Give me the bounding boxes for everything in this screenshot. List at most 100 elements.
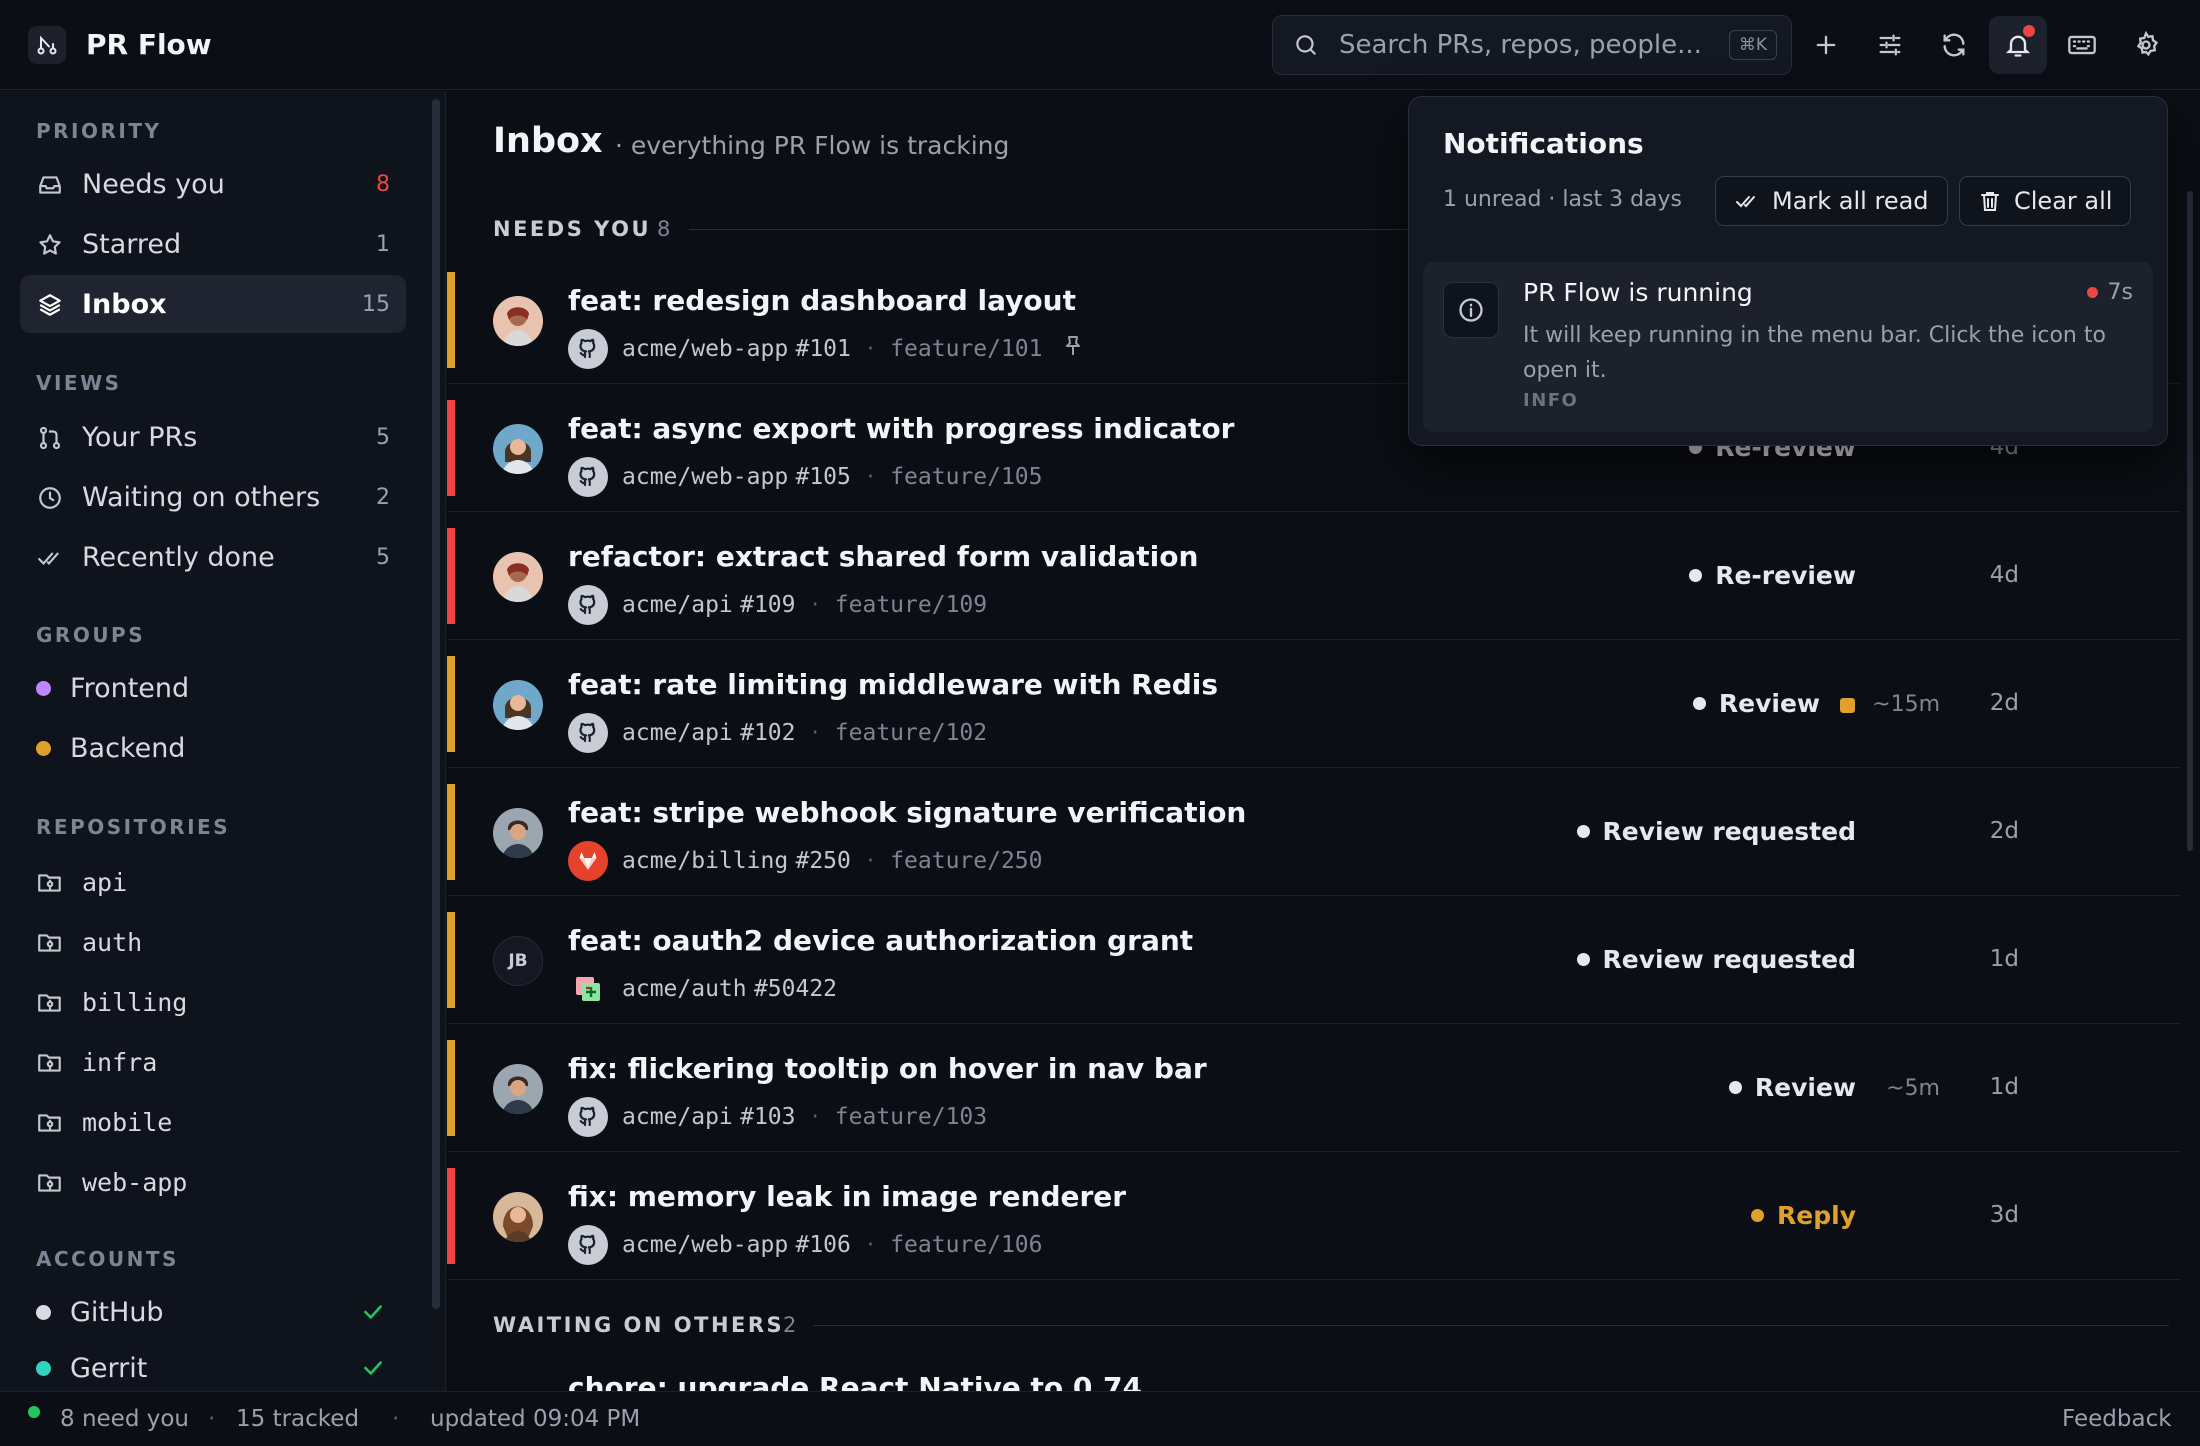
avatar [493, 296, 543, 346]
pr-title[interactable]: feat: rate limiting middleware with Redi… [568, 668, 1218, 701]
refresh-icon [1943, 33, 1965, 57]
mark-all-read-button[interactable]: Mark all read [1715, 176, 1948, 226]
section-priority: PRIORITY [36, 119, 162, 143]
pr-meta: acme/api #102 · feature/102 [568, 712, 987, 754]
connected-check-icon [360, 1299, 386, 1332]
account-status-dot [36, 1361, 51, 1376]
pr-title[interactable]: fix: flickering tooltip on hover in nav … [568, 1052, 1207, 1085]
refresh-button[interactable] [1925, 16, 1983, 74]
sidebar-item-group-backend[interactable]: Backend [20, 719, 406, 777]
filters-button[interactable] [1861, 16, 1919, 74]
priority-bar [447, 272, 455, 368]
sidebar-item-repo-auth[interactable]: auth [20, 913, 406, 971]
settings-button[interactable] [2117, 16, 2175, 74]
sidebar-item-needs-you[interactable]: Needs you 8 [20, 155, 406, 213]
sidebar-item-starred[interactable]: Starred 1 [20, 215, 406, 273]
priority-bar [447, 656, 455, 752]
pr-title[interactable]: feat: stripe webhook signature verificat… [568, 796, 1246, 829]
search-shortcut-badge: ⌘K [1728, 30, 1777, 60]
avatar [493, 1192, 543, 1242]
sidebar-scrollbar[interactable] [432, 99, 440, 1309]
sidebar-item-inbox[interactable]: Inbox 15 [20, 275, 406, 333]
page-subtitle: · everything PR Flow is tracking [615, 131, 1010, 160]
sidebar-item-group-frontend[interactable]: Frontend [20, 659, 406, 717]
github-icon [568, 585, 608, 625]
sidebar-item-repo-api[interactable]: api [20, 853, 406, 911]
pr-title[interactable]: feat: redesign dashboard layout [568, 284, 1076, 317]
status-dot [28, 1406, 40, 1418]
unread-dot [2086, 287, 2098, 298]
priority-bar [447, 1040, 455, 1136]
repo-folder-icon [36, 1169, 64, 1197]
priority-bar [447, 912, 455, 1008]
repo-folder-icon [36, 1109, 64, 1137]
pr-title[interactable]: feat: oauth2 device authorization grant [568, 924, 1193, 957]
pr-meta: acme/api #109 · feature/109 [568, 584, 987, 626]
brand[interactable]: PR Flow [28, 25, 212, 64]
pull-request-icon [36, 424, 64, 452]
pr-age: 1d [1989, 946, 2019, 972]
sidebar-item-recently-done[interactable]: Recently done 5 [20, 528, 406, 586]
sidebar-item-account-gerrit[interactable]: Gerrit [20, 1339, 406, 1397]
sidebar-item-waiting-on-others[interactable]: Waiting on others 2 [20, 468, 406, 526]
search-icon [1296, 35, 1316, 55]
avatar [493, 808, 543, 858]
pr-row[interactable]: refactor: extract shared form validation… [447, 512, 2180, 640]
pin-icon[interactable] [1061, 333, 1085, 365]
pr-row[interactable]: feat: stripe webhook signature verificat… [447, 768, 2180, 896]
status-badge: Review [1692, 689, 1820, 718]
trash-icon [1981, 192, 1999, 211]
pr-title[interactable]: feat: async export with progress indicat… [568, 412, 1234, 445]
status-updated: updated 09:04 PM [430, 1406, 641, 1432]
pr-title[interactable]: fix: memory leak in image renderer [568, 1180, 1126, 1213]
pr-row[interactable]: fix: memory leak in image renderer acme/… [447, 1152, 2180, 1280]
group-count: 2 [783, 1313, 797, 1337]
notifications-subtitle: 1 unread · last 3 days [1443, 187, 1682, 212]
pr-age: 3d [1989, 1202, 2019, 1228]
gear-icon [2136, 31, 2159, 57]
pr-row[interactable]: fix: flickering tooltip on hover in nav … [447, 1024, 2180, 1152]
sidebar-item-repo-billing[interactable]: billing [20, 973, 406, 1031]
star-icon [36, 231, 64, 259]
connected-check-icon [360, 1355, 386, 1388]
unread-indicator [2023, 25, 2035, 37]
pr-meta: acme/billing #250 · feature/250 [568, 840, 1043, 882]
github-icon [568, 1097, 608, 1137]
inbox-icon [36, 171, 64, 199]
pr-flow-logo-icon [28, 25, 66, 64]
timer-indicator [1840, 698, 1855, 713]
clear-all-button[interactable]: Clear all [1959, 176, 2132, 226]
notification-title: PR Flow is running [1523, 278, 1753, 307]
pr-title[interactable]: refactor: extract shared form validation [568, 540, 1198, 573]
keyboard-shortcuts-button[interactable] [2053, 16, 2111, 74]
double-check-icon [1736, 196, 1755, 208]
sidebar-item-your-prs[interactable]: Your PRs 5 [20, 408, 406, 466]
notifications-button[interactable] [1989, 16, 2047, 74]
section-repositories: REPOSITORIES [36, 815, 231, 839]
pr-row[interactable]: JB feat: oauth2 device authorization gra… [447, 896, 2180, 1024]
clock-icon [36, 484, 64, 512]
section-accounts: ACCOUNTS [36, 1247, 179, 1271]
sidebar-item-repo-web-app[interactable]: web-app [20, 1153, 406, 1211]
sidebar-item-repo-mobile[interactable]: mobile [20, 1093, 406, 1151]
group-divider [813, 1325, 2169, 1326]
avatar [493, 1064, 543, 1114]
gitlab-icon [568, 841, 608, 881]
pr-eta: ~5m [1886, 1076, 1940, 1101]
sidebar-item-repo-infra[interactable]: infra [20, 1033, 406, 1091]
search-input[interactable] [1339, 30, 1729, 60]
status-badge: Review requested [1576, 945, 1856, 974]
pr-title[interactable]: chore: upgrade React Native to 0.74 [568, 1371, 1142, 1391]
avatar: JB [493, 936, 543, 986]
search-box[interactable]: ⌘K [1272, 15, 1792, 75]
pr-row[interactable]: feat: rate limiting middleware with Redi… [447, 640, 2180, 768]
pr-meta: acme/web-app #106 · feature/106 [568, 1224, 1043, 1266]
pr-meta: acme/auth #50422 [568, 968, 837, 1010]
new-button[interactable] [1797, 16, 1855, 74]
pr-meta: acme/api #103 · feature/103 [568, 1096, 987, 1138]
main-scrollbar[interactable] [2187, 191, 2193, 851]
pr-age: 4d [1989, 562, 2019, 588]
feedback-link[interactable]: Feedback [2062, 1406, 2172, 1432]
sidebar-item-account-github[interactable]: GitHub [20, 1283, 406, 1341]
notification-item[interactable]: PR Flow is running 7s It will keep runni… [1423, 262, 2153, 432]
